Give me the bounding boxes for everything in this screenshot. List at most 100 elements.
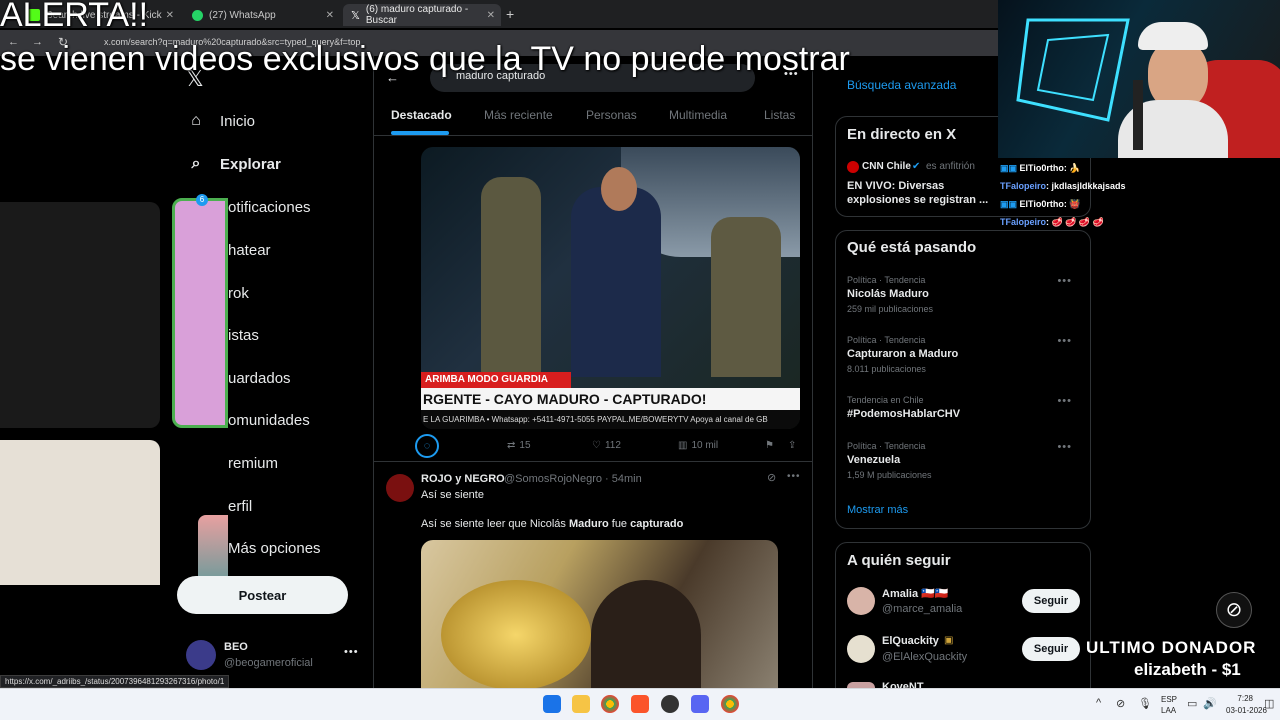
brave-icon[interactable]	[631, 695, 649, 713]
share-icon[interactable]: ⇪	[788, 440, 796, 451]
nav-perfil[interactable]: erfil	[228, 493, 252, 519]
chrome-icon[interactable]	[721, 695, 739, 713]
more-dots-icon[interactable]: •••	[1057, 335, 1072, 347]
nav-guardados[interactable]: uardados	[228, 365, 291, 391]
clock-time[interactable]: 7:28	[1225, 694, 1253, 703]
follow-button[interactable]: Seguir	[1022, 637, 1080, 661]
follow-name[interactable]: Amalia 🇨🇱🇨🇱	[882, 587, 949, 600]
mic-icon[interactable]: 🎙	[1138, 697, 1152, 710]
tab-label: (27) WhatsApp	[209, 9, 276, 21]
post-image[interactable]	[421, 540, 778, 688]
trend-item[interactable]: Tendencia en Chile #PodemosHablarCHV •••	[847, 395, 1082, 420]
tab-destacado[interactable]: Destacado	[391, 108, 452, 122]
clock-date[interactable]: 03-01-2026	[1226, 706, 1267, 715]
trend-item[interactable]: Política · Tendencia Nicolás Maduro 259 …	[847, 275, 1082, 314]
tab-personas[interactable]: Personas	[586, 108, 637, 122]
display-icon[interactable]: ▭	[1187, 697, 1197, 710]
volume-icon[interactable]: 🔊	[1203, 697, 1217, 710]
language-indicator[interactable]: LAA	[1161, 706, 1176, 715]
nav-label: otificaciones	[228, 198, 311, 216]
nav-premium[interactable]: remium	[228, 450, 278, 476]
nav-comunidades[interactable]: omunidades	[228, 407, 310, 433]
close-icon[interactable]: ✕	[166, 10, 174, 21]
nav-inicio[interactable]: ⌂ Inicio	[186, 108, 255, 134]
avatar[interactable]	[847, 635, 875, 663]
tab-mas-reciente[interactable]: Más reciente	[484, 108, 553, 122]
network-icon[interactable]: ⊘	[1116, 697, 1125, 710]
obs-icon[interactable]	[661, 695, 679, 713]
nav-grok[interactable]: rok	[228, 280, 249, 306]
more-dots-icon[interactable]: •••	[1057, 441, 1072, 453]
tab-multimedia[interactable]: Multimedia	[669, 108, 727, 122]
image-banner-red: ARIMBA MODO GUARDIA	[421, 372, 571, 388]
more-dots-icon[interactable]: •••	[344, 646, 359, 658]
trophy-shape	[441, 580, 591, 688]
nav-listas[interactable]: istas	[228, 322, 259, 348]
chevron-up-icon[interactable]: ^	[1096, 697, 1101, 709]
video-tile	[0, 202, 160, 428]
views-button[interactable]: ▥ 10 mil	[678, 440, 718, 451]
tab-listas[interactable]: Listas	[764, 108, 795, 122]
retweet-button[interactable]: ⇄ 15	[507, 440, 531, 451]
discord-icon[interactable]	[691, 695, 709, 713]
tab-label: (6) maduro capturado - Buscar	[365, 4, 469, 26]
cnn-avatar	[847, 161, 859, 173]
post-author[interactable]: ROJO y NEGRO	[421, 473, 505, 485]
trend-item[interactable]: Política · Tendencia Capturaron a Maduro…	[847, 335, 1082, 374]
post-button[interactable]: Postear	[177, 576, 348, 614]
post-text: Así se siente leer que Nicolás Maduro fu…	[421, 518, 683, 530]
live-host[interactable]: CNN Chile	[862, 161, 911, 172]
nav-chatear[interactable]: hatear	[228, 237, 271, 263]
chat-badge-icon: ▣▣	[1000, 199, 1018, 209]
tab-x-search[interactable]: 𝕏 (6) maduro capturado - Buscar ✕	[343, 4, 501, 26]
show-more-link[interactable]: Mostrar más	[847, 504, 908, 516]
file-explorer-icon[interactable]	[572, 695, 590, 713]
follow-name[interactable]: ElQuackity	[882, 635, 939, 647]
follow-title: A quién seguir	[847, 552, 951, 569]
text-span: fue	[608, 518, 631, 530]
follow-button[interactable]: Seguir	[1022, 589, 1080, 613]
close-icon[interactable]: ✕	[487, 10, 495, 21]
text-bold: capturado	[630, 518, 684, 530]
post-image[interactable]: ARIMBA MODO GUARDIA RGENTE - CAYO MADURO…	[421, 147, 800, 429]
heart-icon: ♡	[592, 440, 601, 451]
reply-icon[interactable]: ◌	[415, 434, 439, 458]
live-text[interactable]: EN VIVO: Diversas explosiones se registr…	[847, 179, 989, 207]
more-dots-icon[interactable]: •••	[787, 471, 801, 482]
language-indicator[interactable]: ESP	[1161, 695, 1177, 704]
advanced-search-link[interactable]: Búsqueda avanzada	[847, 78, 956, 92]
text-bold: Maduro	[568, 518, 609, 530]
divider	[373, 461, 813, 462]
grok-icon[interactable]: ⊘	[767, 471, 776, 484]
bookmark-icon[interactable]: ⚑	[765, 440, 774, 451]
avatar[interactable]	[186, 640, 216, 670]
tab-whatsapp[interactable]: (27) WhatsApp ✕	[184, 4, 340, 26]
more-dots-icon[interactable]: •••	[1057, 275, 1072, 287]
trending-title: Qué está pasando	[847, 239, 977, 256]
notification-badge: 6	[196, 194, 208, 206]
close-icon[interactable]: ✕	[326, 10, 334, 21]
avatar[interactable]	[847, 587, 875, 615]
views-icon: ▥	[678, 440, 688, 451]
profile-handle: @beogameroficial	[224, 657, 313, 669]
like-button[interactable]: ♡ 112	[592, 440, 621, 451]
windows-start-icon[interactable]	[543, 695, 561, 713]
new-tab-button[interactable]: +	[506, 6, 514, 22]
trend-count: 259 mil publicaciones	[847, 304, 934, 314]
nav-label: Explorar	[220, 155, 281, 173]
microphone-shape	[1133, 80, 1143, 150]
nav-explorar[interactable]: ⌕ Explorar	[186, 151, 281, 177]
nav-notificaciones[interactable]: otificaciones	[228, 194, 311, 220]
trend-item[interactable]: Política · Tendencia Venezuela 1,59 M pu…	[847, 441, 1082, 480]
notifications-icon[interactable]: ◫	[1264, 697, 1274, 710]
soldier-figure	[481, 177, 541, 377]
nav-label: hatear	[228, 241, 271, 259]
nav-mas-opciones[interactable]: Más opciones	[228, 535, 321, 561]
webcam-feed	[998, 0, 1280, 158]
chrome-icon[interactable]	[601, 695, 619, 713]
post-handle[interactable]: @SomosRojoNegro · 54min	[504, 473, 642, 485]
more-dots-icon[interactable]: •••	[1057, 395, 1072, 407]
avatar[interactable]	[386, 474, 414, 502]
nav-label: remium	[228, 454, 279, 472]
grok-fab-icon[interactable]: ⊘	[1216, 592, 1252, 628]
